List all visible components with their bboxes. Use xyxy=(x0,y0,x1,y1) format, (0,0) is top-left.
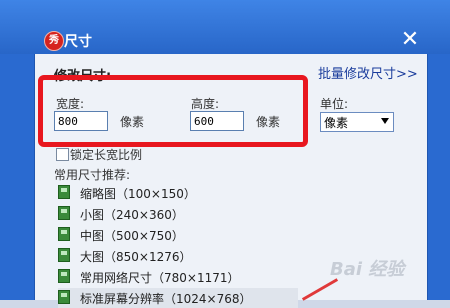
batch-resize-link[interactable]: 批量修改尺寸>> xyxy=(318,63,418,82)
preset-item[interactable]: 缩略图（100×150） xyxy=(58,183,298,203)
preset-item[interactable]: 常用网络尺寸（780×1171） xyxy=(58,267,298,287)
lock-ratio-checkbox[interactable] xyxy=(56,148,69,161)
preset-item[interactable]: 小图（240×360） xyxy=(58,204,298,224)
close-icon[interactable]: ✕ xyxy=(398,28,422,52)
image-icon xyxy=(58,269,70,283)
unit-label: 单位: xyxy=(320,97,349,111)
preset-label: 标准屏幕分辨率（1024×768） xyxy=(80,292,252,306)
height-input[interactable] xyxy=(190,111,244,131)
height-label: 高度: xyxy=(191,97,220,111)
image-icon xyxy=(58,206,70,220)
width-label: 宽度: xyxy=(56,97,85,111)
watermark: Bai 经验 xyxy=(330,259,405,280)
width-unit-label: 像素 xyxy=(120,115,145,129)
preset-item[interactable]: 大图（850×1276） xyxy=(58,246,298,266)
title-bar[interactable]: 秀 尺寸 ✕ xyxy=(0,0,450,54)
preset-label: 小图（240×360） xyxy=(80,208,184,222)
unit-select[interactable]: 像素 xyxy=(320,112,394,132)
preset-item[interactable]: 中图（500×750） xyxy=(58,225,298,245)
dialog-window: 秀 尺寸 ✕ 修改尺寸: 批量修改尺寸>> 宽度: 像素 高度: 像素 单位: … xyxy=(0,0,450,308)
preset-label: 大图（850×1276） xyxy=(80,250,192,264)
image-icon xyxy=(58,290,70,304)
image-icon xyxy=(58,248,70,262)
window-title: 尺寸 xyxy=(64,34,92,50)
presets-heading: 常用尺寸推荐: xyxy=(54,168,131,182)
app-logo-icon: 秀 xyxy=(44,31,64,51)
preset-label: 缩略图（100×150） xyxy=(80,187,196,201)
width-input[interactable] xyxy=(54,111,108,131)
height-unit-label: 像素 xyxy=(256,115,281,129)
image-icon xyxy=(58,227,70,241)
chevron-down-icon xyxy=(381,118,389,124)
image-icon xyxy=(58,185,70,199)
preset-label: 常用网络尺寸（780×1171） xyxy=(80,271,240,285)
lock-ratio-label: 锁定长宽比例 xyxy=(70,148,143,162)
preset-label: 中图（500×750） xyxy=(80,229,184,243)
unit-select-value: 像素 xyxy=(324,116,349,130)
preset-item[interactable]: 标准屏幕分辨率（1024×768） xyxy=(58,288,298,308)
